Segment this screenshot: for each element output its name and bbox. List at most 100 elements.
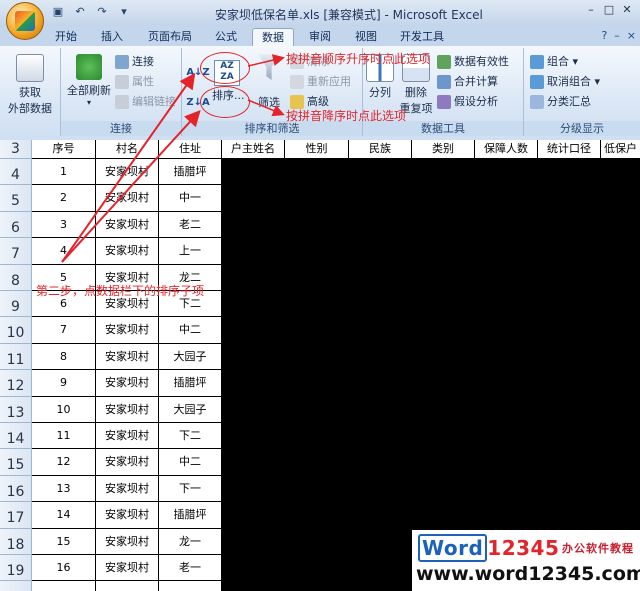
cell-address[interactable]: 龙一 [159,528,222,555]
cell-village[interactable]: 安家坝村 [96,159,159,186]
column-header-stat-scope[interactable]: 统计口径 [538,140,601,158]
cell-village[interactable]: 安家坝村 [96,317,159,344]
cell-seq[interactable]: 7 [32,317,96,344]
column-header-householder[interactable]: 户主姓名 [222,140,285,158]
tab-data[interactable]: 数据 [252,28,294,47]
ungroup-button[interactable]: 取消组合 ▾ [530,74,600,90]
properties-button[interactable]: 属性 [115,74,154,90]
row-header[interactable]: 11 [0,343,32,371]
column-header-gender[interactable]: 性别 [285,140,349,158]
cell-address[interactable]: 大园子 [159,343,222,371]
data-validation-button[interactable]: 数据有效性 [437,54,509,70]
row-header[interactable]: 14 [0,423,32,450]
cell-seq[interactable]: 1 [32,159,96,186]
tab-insert[interactable]: 插入 [92,28,132,46]
row-header[interactable]: 15 [0,449,32,476]
refresh-all-button[interactable]: 全部刷新 ▾ [65,54,113,107]
cell-address[interactable]: 大园子 [159,396,222,423]
cell-address[interactable]: 插腊坪 [159,159,222,186]
tab-view[interactable]: 视图 [346,28,386,46]
office-button[interactable] [6,2,44,40]
column-header-village[interactable]: 村名 [96,140,159,158]
help-icon[interactable]: ? – × [601,29,636,42]
cell-address[interactable]: 中二 [159,449,222,476]
row-header[interactable]: 7 [0,238,32,265]
cell-seq[interactable]: 2 [32,185,96,212]
minimize-button[interactable]: – [582,2,600,18]
row-header[interactable] [0,581,32,591]
row-header[interactable]: 13 [0,396,32,423]
cell-address[interactable]: 老一 [159,555,222,582]
consolidate-button[interactable]: 合并计算 [437,74,498,90]
cell-village[interactable]: 安家坝村 [96,502,159,529]
column-header-ethnicity[interactable]: 民族 [349,140,412,158]
cell-seq[interactable]: 15 [32,528,96,555]
row-header[interactable]: 5 [0,185,32,212]
subtotal-button[interactable]: 分类汇总 [530,94,591,110]
cell-village[interactable]: 安家坝村 [96,343,159,371]
row-header[interactable]: 17 [0,502,32,529]
column-header-seq[interactable]: 序号 [32,140,96,158]
cell-seq[interactable]: 11 [32,423,96,450]
cell-address[interactable]: 上一 [159,238,222,265]
cell-address[interactable]: 下二 [159,423,222,450]
cell-address[interactable]: 下一 [159,475,222,503]
cell-address[interactable]: 中二 [159,317,222,344]
customize-icon[interactable]: ▾ [116,4,132,20]
cell-village[interactable]: 安家坝村 [96,370,159,397]
cell-seq[interactable]: 16 [32,555,96,582]
connections-button[interactable]: 连接 [115,54,154,70]
save-icon[interactable]: ▣ [50,4,66,20]
tab-review[interactable]: 审阅 [300,28,340,46]
filter-button[interactable]: 筛选 [252,54,286,110]
tab-page-layout[interactable]: 页面布局 [140,28,200,46]
row-header[interactable]: 6 [0,211,32,239]
row-header[interactable]: 16 [0,475,32,503]
cell-village[interactable]: 安家坝村 [96,555,159,582]
tab-developer[interactable]: 开发工具 [392,28,452,46]
redo-icon[interactable]: ↷ [94,4,110,20]
table-cell[interactable] [32,581,96,591]
row-header[interactable]: 8 [0,264,32,291]
cell-village[interactable]: 安家坝村 [96,185,159,212]
table-cell[interactable] [96,581,159,591]
cell-village[interactable]: 安家坝村 [96,475,159,503]
undo-icon[interactable]: ↶ [72,4,88,20]
cell-seq[interactable]: 4 [32,238,96,265]
cell-village[interactable]: 安家坝村 [96,211,159,239]
column-header-dibao[interactable]: 低保户 [601,140,640,158]
tab-formulas[interactable]: 公式 [206,28,246,46]
close-button[interactable]: ✕ [618,2,636,18]
tab-home[interactable]: 开始 [46,28,86,46]
cell-seq[interactable]: 8 [32,343,96,371]
cell-village[interactable]: 安家坝村 [96,423,159,450]
row-header[interactable]: 3 [0,140,32,159]
cell-address[interactable]: 插腊坪 [159,370,222,397]
edit-links-button[interactable]: 编辑链接 [115,94,176,110]
cell-seq[interactable]: 13 [32,475,96,503]
what-if-button[interactable]: 假设分析 [437,94,498,110]
row-header[interactable]: 9 [0,291,32,318]
cell-address[interactable]: 插腊坪 [159,502,222,529]
group-button[interactable]: 组合 ▾ [530,54,578,70]
cell-seq[interactable]: 9 [32,370,96,397]
column-header-address[interactable]: 住址 [159,140,222,158]
cell-seq[interactable]: 3 [32,211,96,239]
row-header[interactable]: 12 [0,370,32,397]
cell-village[interactable]: 安家坝村 [96,449,159,476]
cell-village[interactable]: 安家坝村 [96,528,159,555]
cell-village[interactable]: 安家坝村 [96,396,159,423]
cell-village[interactable]: 安家坝村 [96,238,159,265]
column-header-category[interactable]: 类别 [412,140,475,158]
cell-seq[interactable]: 10 [32,396,96,423]
maximize-button[interactable]: □ [600,2,618,18]
column-header-covered-count[interactable]: 保障人数 [475,140,538,158]
cell-seq[interactable]: 14 [32,502,96,529]
row-header[interactable]: 19 [0,555,32,582]
row-header[interactable]: 10 [0,317,32,344]
cell-seq[interactable]: 12 [32,449,96,476]
cell-address[interactable]: 老二 [159,211,222,239]
get-external-data-button[interactable]: 获取 外部数据 [4,54,56,116]
table-cell[interactable] [159,581,222,591]
reapply-button[interactable]: 重新应用 [290,74,351,90]
